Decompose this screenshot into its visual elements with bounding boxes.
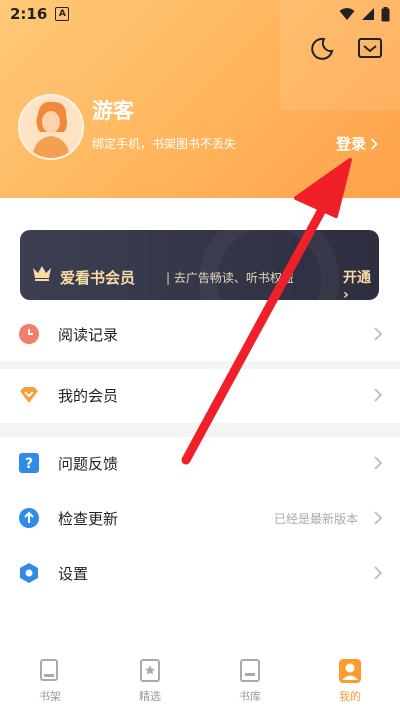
nav-tab-profile[interactable]: 我的 (300, 648, 400, 712)
banner-decoration (199, 230, 339, 300)
menu-label: 问题反馈 (58, 455, 119, 473)
menu-item-reading-history[interactable]: 阅读记录 (0, 309, 400, 361)
bind-phone-hint[interactable]: 绑定手机，书架图书不丢失 (92, 135, 236, 152)
chevron-right-icon (370, 137, 378, 150)
nav-label: 精选 (139, 690, 161, 703)
chevron-right-icon (374, 456, 383, 470)
night-mode-moon-icon[interactable] (308, 34, 336, 62)
status-time: 2:16 (10, 5, 48, 23)
username: 游客 (92, 99, 134, 123)
profile-icon (339, 659, 361, 683)
login-label: 登录 (336, 135, 367, 153)
menu-item-check-update[interactable]: 检查更新 已经是最新版本 (0, 493, 400, 545)
chevron-right-icon (374, 511, 383, 525)
wifi-icon (339, 8, 355, 20)
section-divider (0, 423, 400, 437)
battery-icon (381, 6, 390, 21)
nav-tab-library[interactable]: 书库 (200, 648, 300, 712)
chevron-right-icon (374, 566, 383, 580)
login-button[interactable]: 登录 (336, 133, 378, 154)
bookshelf-icon (40, 659, 58, 681)
cellular-signal-icon (362, 8, 374, 20)
menu-item-my-membership[interactable]: 我的会员 (0, 370, 400, 422)
chevron-right-icon (374, 327, 383, 341)
status-bar: 2:16 A (0, 0, 400, 28)
avatar[interactable] (18, 94, 84, 160)
menu-label: 阅读记录 (58, 326, 119, 344)
menu-label: 我的会员 (58, 387, 119, 405)
bottom-navigation: 书架 精选 书库 我的 (0, 648, 400, 712)
menu-item-feedback[interactable]: ? 问题反馈 (0, 438, 400, 490)
svg-text:?: ? (25, 456, 33, 472)
nav-label: 我的 (339, 690, 361, 703)
diamond-vip-icon (20, 387, 38, 403)
update-status: 已经是最新版本 (273, 512, 358, 526)
vip-membership-banner[interactable]: 爱看书会员 | 去广告畅读、听书权益 开通 › (20, 230, 379, 300)
settings-hexagon-icon (20, 563, 38, 583)
status-indicators (339, 6, 390, 22)
clock-icon (19, 324, 39, 344)
menu-item-settings[interactable]: 设置 (0, 548, 400, 600)
nav-tab-bookshelf[interactable]: 书架 (0, 648, 100, 712)
question-icon: ? (19, 453, 39, 473)
default-avatar-icon (20, 96, 82, 158)
notification-app-icon: A (55, 7, 70, 21)
nav-label: 书架 (39, 690, 61, 703)
library-icon (240, 659, 260, 682)
vip-open-label: 开通 (343, 270, 371, 286)
menu-label: 设置 (58, 565, 89, 583)
menu-label: 检查更新 (58, 510, 119, 528)
nav-tab-featured[interactable]: 精选 (100, 648, 200, 712)
upload-arrow-icon (19, 508, 39, 528)
vip-description: | 去广告畅读、听书权益 (166, 271, 294, 285)
vip-description-text: 去广告畅读、听书权益 (173, 271, 294, 285)
message-mail-icon[interactable] (356, 34, 384, 62)
chevron-right-icon (374, 388, 383, 402)
featured-icon (140, 659, 160, 682)
vip-open-button[interactable]: 开通 › (343, 267, 379, 300)
section-divider (0, 361, 400, 369)
nav-label: 书库 (239, 690, 261, 703)
crown-icon (33, 266, 51, 281)
vip-title: 爱看书会员 (60, 269, 136, 287)
